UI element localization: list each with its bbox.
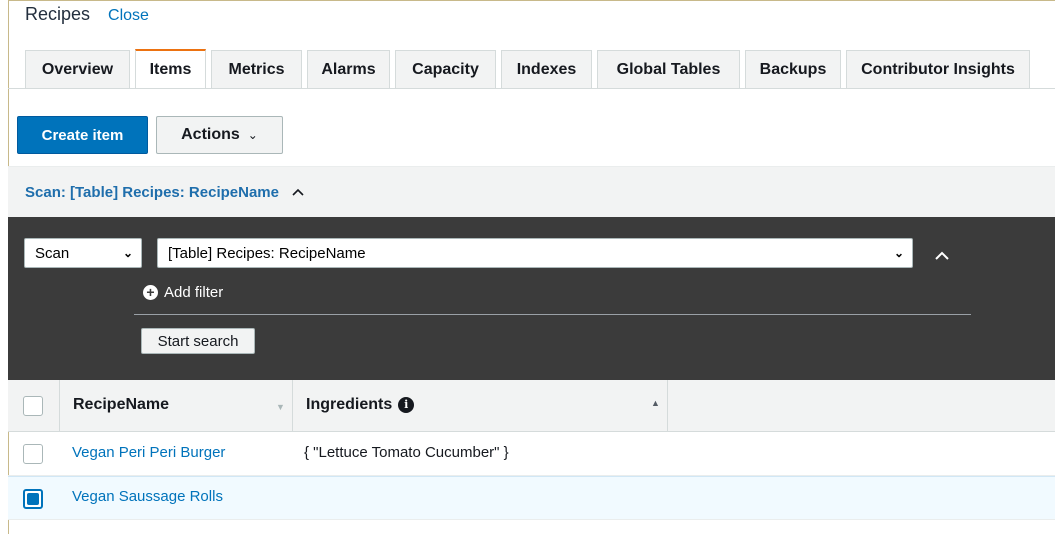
tabs-divider (8, 88, 1055, 89)
start-search-button[interactable]: Start search (141, 328, 255, 354)
close-link[interactable]: Close (108, 7, 149, 25)
chevron-down-icon: ⌄ (247, 128, 258, 142)
scan-mode-value: Scan (35, 244, 70, 262)
table-row[interactable]: Vegan Saussage Rolls (8, 476, 1055, 520)
sort-down-icon[interactable]: ▼ (276, 402, 285, 412)
page-title: Recipes (25, 4, 91, 24)
page-header: Recipes Close (25, 4, 149, 30)
tab-global-tables[interactable]: Global Tables (597, 50, 740, 88)
add-filter-label: Add filter (164, 284, 224, 301)
column-header-recipename[interactable]: RecipeName (73, 396, 169, 414)
tab-capacity[interactable]: Capacity (395, 50, 496, 88)
tab-backups[interactable]: Backups (745, 50, 841, 88)
select-all-checkbox[interactable] (23, 396, 43, 416)
ingredients-label: Ingredients (306, 396, 393, 413)
column-separator (59, 380, 60, 431)
frame-top-border (8, 0, 1055, 1)
tab-contributor-insights[interactable]: Contributor Insights (846, 50, 1030, 88)
ingredients-cell: { "Lettuce Tomato Cucumber" } (304, 444, 509, 461)
collapse-caret-icon[interactable] (934, 248, 950, 264)
actions-label: Actions (181, 126, 240, 143)
row-checkbox[interactable] (23, 444, 43, 464)
info-icon[interactable]: i (398, 397, 415, 413)
create-item-label: Create item (41, 126, 124, 144)
scan-source-value: [Table] Recipes: RecipeName (168, 244, 366, 262)
panel-divider (134, 314, 971, 315)
recipe-name-link[interactable]: Vegan Peri Peri Burger (72, 444, 225, 461)
plus-circle-icon: + (143, 285, 158, 300)
chevron-down-icon: ⌄ (122, 246, 133, 260)
row-checkbox[interactable] (23, 489, 43, 509)
column-separator (667, 380, 668, 431)
tab-bar: Overview Items Metrics Alarms Capacity I… (25, 49, 1035, 89)
tab-metrics[interactable]: Metrics (211, 50, 302, 88)
tab-items[interactable]: Items (135, 49, 206, 89)
chevron-down-icon: ⌄ (893, 246, 904, 260)
scan-summary-bar: Scan: [Table] Recipes: RecipeName (8, 166, 1055, 217)
table-row[interactable]: Vegan Peri Peri Burger { "Lettuce Tomato… (8, 432, 1055, 476)
tab-indexes[interactable]: Indexes (501, 50, 592, 88)
add-filter-link[interactable]: + Add filter (143, 284, 223, 301)
scan-source-select[interactable]: [Table] Recipes: RecipeName ⌄ (157, 238, 913, 268)
tab-alarms[interactable]: Alarms (307, 50, 390, 88)
caret-up-icon[interactable] (291, 185, 305, 199)
actions-button[interactable]: Actions ⌄ (156, 116, 283, 154)
recipe-name-link[interactable]: Vegan Saussage Rolls (72, 488, 223, 505)
sort-up-icon[interactable]: ▲ (651, 398, 660, 408)
scan-mode-select[interactable]: Scan ⌄ (24, 238, 142, 268)
tab-overview[interactable]: Overview (25, 50, 130, 88)
column-separator (292, 380, 293, 431)
column-header-ingredients[interactable]: Ingredients i (306, 396, 415, 414)
scan-summary-toggle[interactable]: Scan: [Table] Recipes: RecipeName (25, 184, 279, 201)
create-item-button[interactable]: Create item (17, 116, 148, 154)
table-header: RecipeName ▼ Ingredients i ▲ (8, 380, 1055, 432)
